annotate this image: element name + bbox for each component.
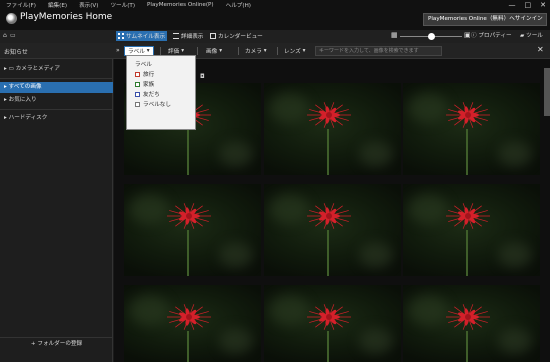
- sidebar-item-label: ハードディスク: [8, 115, 48, 121]
- thumbnail-view-button[interactable]: サムネイル表示: [116, 31, 168, 41]
- properties-button[interactable]: ⓘ プロパティー: [471, 31, 512, 39]
- photo-thumbnail[interactable]: [124, 285, 261, 362]
- photo-thumbnail[interactable]: [264, 184, 401, 276]
- detail-view-button[interactable]: 詳細表示: [171, 31, 205, 41]
- sidebar-item-label: カメラとメディア: [15, 66, 61, 72]
- monitor-icon[interactable]: ▭: [10, 32, 16, 39]
- home-icon[interactable]: ⌂: [3, 32, 7, 39]
- app-logo-icon: [6, 13, 17, 24]
- tools-label: ツール: [526, 33, 543, 39]
- chevron-down-icon: ▾: [181, 48, 185, 54]
- flower-image: [443, 99, 493, 135]
- image-filter-text: 画像: [206, 49, 218, 55]
- label-option-travel[interactable]: 旅行: [135, 70, 154, 78]
- photo-thumbnail[interactable]: [403, 285, 540, 362]
- sidebar-item-all-images[interactable]: ▸ すべての画像: [0, 82, 113, 93]
- calendar-view-button[interactable]: カレンダービュー: [208, 31, 265, 41]
- filter-bar: [0, 43, 550, 59]
- divider: [197, 47, 198, 55]
- option-label: 旅行: [143, 72, 155, 78]
- photo-thumbnail[interactable]: [403, 83, 540, 175]
- menu-file[interactable]: ファイル(F): [0, 1, 42, 9]
- collapse-chevron-icon[interactable]: »: [116, 47, 120, 54]
- camera-filter-text: カメラ: [245, 49, 262, 55]
- option-label: 家族: [143, 82, 155, 88]
- flower-image: [443, 301, 493, 337]
- option-label: 友だち: [143, 92, 160, 98]
- menu-view[interactable]: 表示(V): [73, 1, 104, 9]
- checkbox[interactable]: [135, 91, 140, 97]
- search-input[interactable]: キーワードを入力して、画像を検索できます: [315, 46, 442, 56]
- divider: [277, 47, 278, 55]
- calendar-view-label: カレンダービュー: [218, 34, 263, 40]
- menu-help[interactable]: ヘルプ(H): [220, 1, 257, 9]
- menu-tools[interactable]: ツール(T): [104, 1, 141, 9]
- close-button[interactable]: ✕: [540, 0, 546, 10]
- camera-filter[interactable]: カメラ ▾: [242, 46, 270, 56]
- maximize-button[interactable]: □: [525, 0, 532, 10]
- lens-filter[interactable]: レンズ ▾: [281, 46, 308, 56]
- flower-image: [304, 200, 354, 236]
- checkbox[interactable]: [135, 81, 140, 87]
- photo-thumbnail[interactable]: [124, 184, 261, 276]
- sidebar-item-label: すべての画像: [8, 84, 42, 90]
- small-grid-icon[interactable]: ▦: [391, 31, 398, 39]
- detail-view-label: 詳細表示: [181, 34, 204, 40]
- rating-filter-text: 評価: [168, 49, 180, 55]
- flower-image: [443, 200, 493, 236]
- camera-icon: ◘: [200, 73, 205, 80]
- label-dropdown-menu: ラベル 旅行 家族 友だち ラベルなし: [126, 55, 196, 130]
- label-option-none[interactable]: ラベルなし: [135, 100, 171, 108]
- sidebar-item-camera-media[interactable]: ▸ ▭ カメラとメディア: [0, 64, 113, 75]
- lens-filter-text: レンズ: [284, 49, 301, 55]
- photo-thumbnail[interactable]: [403, 184, 540, 276]
- chevron-down-icon: ▾: [263, 48, 267, 54]
- menu-online[interactable]: PlayMemories Online(P): [141, 2, 220, 8]
- option-label: ラベルなし: [143, 102, 171, 108]
- image-filter[interactable]: 画像 ▾: [203, 46, 225, 56]
- online-signin-button[interactable]: PlayMemories Online（無料）へサインイン: [423, 13, 547, 26]
- close-icon[interactable]: ✕: [537, 45, 544, 54]
- sidebar-item-hard-disk[interactable]: ▸ ハードディスク: [0, 113, 113, 124]
- flower-image: [304, 99, 354, 135]
- scrollbar[interactable]: [544, 68, 550, 116]
- label-option-friends[interactable]: 友だち: [135, 90, 160, 98]
- photo-thumbnail[interactable]: [264, 83, 401, 175]
- flower-image: [164, 200, 214, 236]
- properties-label: プロパティー: [478, 33, 512, 39]
- add-folder-button[interactable]: + フォルダーの登録: [0, 337, 113, 349]
- divider: [0, 78, 113, 79]
- large-view-icon[interactable]: ▣: [464, 31, 471, 39]
- grid-icon: [118, 33, 124, 39]
- chevron-down-icon: ▾: [146, 48, 150, 54]
- flower-image: [304, 301, 354, 337]
- checkbox[interactable]: [135, 101, 140, 107]
- tools-button[interactable]: ▰ ツール: [520, 31, 543, 39]
- slider-handle[interactable]: [428, 33, 435, 40]
- notice-label[interactable]: お知らせ: [4, 47, 28, 56]
- photo-thumbnail[interactable]: [264, 285, 401, 362]
- label-filter-text: ラベル: [128, 49, 145, 55]
- label-option-family[interactable]: 家族: [135, 80, 154, 88]
- divider: [0, 109, 113, 110]
- menu-edit[interactable]: 編集(E): [42, 1, 73, 9]
- list-icon: [173, 33, 179, 39]
- sidebar-item-favorites[interactable]: ▸ お気に入り: [0, 95, 113, 106]
- calendar-icon: [210, 33, 216, 39]
- chevron-down-icon: ▾: [219, 48, 223, 54]
- window-controls: — □ ✕: [509, 0, 547, 10]
- thumbnail-view-label: サムネイル表示: [126, 34, 166, 40]
- dropdown-title: ラベル: [135, 62, 152, 68]
- checkbox[interactable]: [135, 71, 140, 77]
- sidebar-item-label: お気に入り: [8, 97, 37, 103]
- app-title: PlayMemories Home: [20, 12, 113, 22]
- chevron-down-icon: ▾: [302, 48, 306, 54]
- minimize-button[interactable]: —: [509, 0, 516, 10]
- flower-image: [164, 301, 214, 337]
- divider: [238, 47, 239, 55]
- menu-bar: ファイル(F) 編集(E) 表示(V) ツール(T) PlayMemories …: [0, 0, 550, 10]
- divider: [160, 47, 161, 55]
